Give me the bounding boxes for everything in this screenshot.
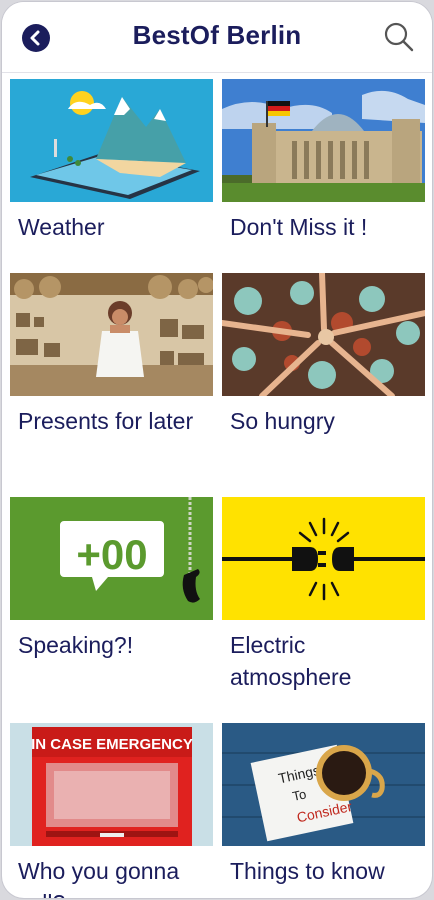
card-label: Who you gonna call? bbox=[18, 858, 180, 898]
card-label: Don't Miss it ! bbox=[230, 214, 368, 240]
plug-image bbox=[222, 497, 425, 620]
card-label: Things to know bbox=[230, 858, 385, 884]
shop-image bbox=[10, 273, 213, 396]
card-label: Speaking?! bbox=[18, 632, 134, 658]
food-table-image bbox=[222, 273, 425, 396]
card-label: Electric atmosphere bbox=[230, 632, 352, 690]
card-label: Weather bbox=[18, 214, 105, 240]
notes-coffee-image: Things To Consider bbox=[222, 723, 425, 846]
search-button[interactable] bbox=[382, 20, 416, 54]
phone-call-image: +00 bbox=[10, 497, 213, 620]
card-label: Presents for later bbox=[18, 408, 194, 434]
weather-image bbox=[10, 79, 213, 202]
emergency-image-text: IN CASE EMERGENCY bbox=[31, 736, 193, 753]
app-screen: BestOf Berlin Weather Don't Miss it ! Pr… bbox=[2, 2, 432, 898]
card-label: So hungry bbox=[230, 408, 335, 434]
speaking-image-text: +00 bbox=[76, 531, 147, 578]
search-icon bbox=[384, 22, 414, 52]
emergency-box-image: IN CASE EMERGENCY bbox=[10, 723, 213, 846]
page-title: BestOf Berlin bbox=[132, 20, 302, 50]
reichstag-image bbox=[222, 79, 425, 202]
top-bar: BestOf Berlin bbox=[2, 2, 432, 73]
